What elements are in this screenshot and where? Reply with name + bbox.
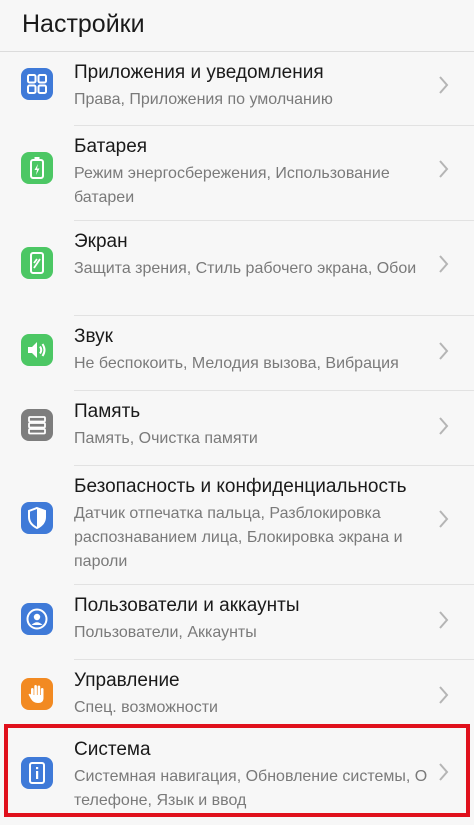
chevron-right-icon [439, 510, 449, 528]
settings-item-users[interactable]: Пользователи и аккаунты Пользователи, Ак… [0, 585, 474, 661]
chevron-right-icon [439, 763, 449, 781]
settings-item-battery[interactable]: Батарея Режим энергосбережения, Использо… [0, 126, 474, 222]
display-icon [21, 247, 53, 279]
item-subtitle: Датчик отпечатка пальца, Разблокировка р… [74, 505, 403, 570]
settings-item-storage[interactable]: Память Память, Очистка памяти [0, 391, 474, 467]
item-title: Управление [74, 670, 180, 691]
item-subtitle: Пользователи, Аккаунты [74, 624, 257, 641]
sound-icon [21, 334, 53, 366]
chevron-right-icon [439, 611, 449, 629]
item-title: Батарея [74, 136, 148, 157]
item-title: Система [74, 739, 151, 760]
item-subtitle: Память, Очистка памяти [74, 430, 258, 447]
item-title: Память [74, 401, 141, 422]
item-title: Звук [74, 326, 113, 347]
apps-grid-icon [21, 68, 53, 100]
chevron-right-icon [439, 160, 449, 178]
chevron-right-icon [439, 686, 449, 704]
settings-item-display[interactable]: Экран Защита зрения, Стиль рабочего экра… [0, 221, 474, 317]
page-title: Настройки [22, 10, 145, 38]
item-subtitle: Режим энергосбережения, Использование ба… [74, 165, 390, 206]
item-title: Экран [74, 231, 128, 252]
shield-icon [21, 502, 53, 534]
item-title: Пользователи и аккаунты [74, 595, 300, 616]
item-title: Приложения и уведомления [74, 62, 324, 83]
settings-item-security[interactable]: Безопасность и конфиденциальность Датчик… [0, 466, 474, 586]
chevron-right-icon [439, 417, 449, 435]
settings-item-system[interactable]: Система Системная навигация, Обновление … [0, 735, 474, 825]
app-header: Настройки [0, 0, 474, 52]
chevron-right-icon [439, 342, 449, 360]
item-subtitle: Защита зрения, Стиль рабочего экрана, Об… [74, 260, 417, 277]
item-subtitle: Спец. возможности [74, 699, 218, 716]
user-icon [21, 603, 53, 635]
item-subtitle: Системная навигация, Обновление системы,… [74, 768, 428, 809]
item-subtitle: Права, Приложения по умолчанию [74, 91, 333, 108]
info-icon [21, 757, 53, 789]
chevron-right-icon [439, 255, 449, 273]
item-title: Безопасность и конфиденциальность [74, 476, 407, 497]
storage-icon [21, 409, 53, 441]
settings-item-accessibility[interactable]: Управление Спец. возможности [0, 660, 474, 736]
battery-icon [21, 152, 53, 184]
item-subtitle: Не беспокоить, Мелодия вызова, Вибрация [74, 355, 399, 372]
hand-icon [21, 678, 53, 710]
chevron-right-icon [439, 76, 449, 94]
settings-item-apps[interactable]: Приложения и уведомления Права, Приложен… [0, 52, 474, 127]
settings-item-sound[interactable]: Звук Не беспокоить, Мелодия вызова, Вибр… [0, 316, 474, 392]
